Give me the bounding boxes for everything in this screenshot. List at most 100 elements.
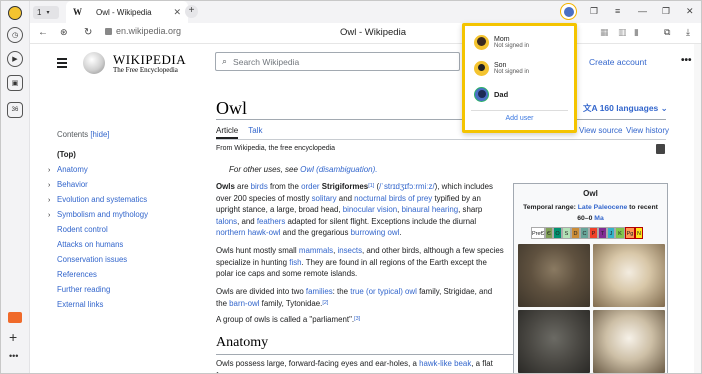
toc-item[interactable]: › Evolution and systematics — [48, 195, 148, 210]
chronology-period[interactable]: Є — [545, 227, 553, 239]
chevron-right-icon[interactable]: › — [48, 182, 57, 189]
scrollbar[interactable] — [694, 44, 701, 373]
extensions-icon[interactable]: ▥ — [618, 27, 627, 38]
share-icon[interactable]: ⧉ — [664, 27, 670, 38]
link-hawk-like[interactable]: hawk-like — [419, 359, 452, 368]
toc-item[interactable]: › Symbolism and mythology — [48, 210, 148, 225]
bookmark-icon[interactable]: ▮ — [634, 27, 639, 38]
link-pronunciation[interactable]: /ˈstrɪdʒɪfɔːrmiːz/ — [379, 182, 435, 191]
chronology-period[interactable]: PreЄ — [531, 227, 545, 239]
chevron-right-icon[interactable]: › — [48, 212, 57, 219]
profile-mom[interactable]: Mom Not signed in — [474, 35, 529, 50]
close-tab-icon[interactable]: ✕ — [173, 7, 181, 18]
minimize-icon[interactable]: — — [638, 6, 647, 16]
owl-photo[interactable] — [518, 244, 590, 307]
link-insects[interactable]: insects — [337, 246, 362, 255]
toc-item[interactable]: › Anatomy — [48, 165, 148, 180]
profile-son[interactable]: Son Not signed in — [474, 61, 529, 76]
more-options-icon[interactable]: ••• — [681, 55, 692, 66]
profile-button[interactable] — [560, 3, 577, 20]
owl-photo[interactable] — [593, 310, 665, 373]
chronology-period[interactable]: O — [553, 227, 562, 239]
wikipedia-globe-logo[interactable] — [83, 52, 105, 74]
link-binaural-hearing[interactable]: binaural hearing — [402, 205, 459, 214]
screenshot-icon[interactable]: 36 — [7, 102, 23, 118]
toc-item[interactable]: Rodent control — [57, 225, 148, 240]
link-order[interactable]: order — [301, 182, 319, 191]
more-icon[interactable]: ••• — [9, 351, 18, 361]
download-icon[interactable]: ⤓ — [686, 27, 690, 38]
chronology-period[interactable]: N — [635, 227, 643, 239]
link-ma[interactable]: Ma — [594, 215, 603, 222]
toc-item[interactable]: Conservation issues — [57, 255, 148, 270]
link-beak[interactable]: beak — [454, 359, 471, 368]
search-input[interactable]: ⌕ Search Wikipedia — [215, 52, 460, 71]
lock-icon — [105, 27, 112, 35]
create-account-link[interactable]: Create account — [589, 57, 647, 67]
citation-link[interactable]: [2] — [322, 300, 328, 306]
tab-view-source[interactable]: View source — [579, 126, 622, 135]
back-icon[interactable]: ← — [38, 27, 48, 38]
chevron-right-icon[interactable]: › — [48, 197, 57, 204]
link-feathers[interactable]: feathers — [257, 217, 286, 226]
add-icon[interactable]: + — [9, 329, 17, 345]
chronology-period[interactable]: T — [598, 227, 607, 239]
tab-article[interactable]: Article — [216, 126, 239, 139]
image-icon[interactable]: ▣ — [7, 75, 23, 91]
link-hawk-owl[interactable]: northern hawk-owl — [216, 228, 280, 237]
reader-icon[interactable]: ▦ — [600, 27, 609, 38]
link-binocular-vision[interactable]: binocular vision — [343, 205, 397, 214]
chronology-period[interactable]: J — [607, 227, 615, 239]
link-fish[interactable]: fish — [289, 258, 301, 267]
link-families[interactable]: families — [306, 287, 333, 296]
owl-photo[interactable] — [518, 310, 590, 373]
menu-icon[interactable]: ≡ — [615, 6, 620, 16]
reload-icon[interactable]: ↻ — [84, 27, 92, 38]
languages-button[interactable]: 文A 160 languages ⌄ — [583, 102, 668, 114]
chronology-period[interactable]: C — [580, 227, 589, 239]
new-tab-button[interactable]: + — [185, 5, 198, 18]
shield-icon[interactable]: ⊛ — [60, 27, 68, 38]
toc-item[interactable]: External links — [57, 300, 148, 315]
toc-item-label: Evolution and systematics — [57, 195, 148, 204]
toc-item[interactable]: References — [57, 270, 148, 285]
add-user-button[interactable]: Add user — [465, 115, 574, 122]
profile-dad[interactable]: Dad — [474, 87, 508, 102]
link-barn-owl[interactable]: barn-owl — [229, 299, 259, 308]
restore-icon[interactable]: ❐ — [662, 6, 670, 17]
toc-hide-link[interactable]: [hide] — [90, 130, 109, 139]
history-icon[interactable]: ◷ — [7, 27, 23, 43]
link-true-owl[interactable]: true (or typical) owl — [350, 287, 417, 296]
mail-icon[interactable] — [8, 312, 22, 323]
link-late-paleocene[interactable]: Late Paleocene — [578, 204, 628, 211]
link-mammals[interactable]: mammals — [299, 246, 333, 255]
tab-view-history[interactable]: View history — [626, 126, 669, 135]
link-birds-of-prey[interactable]: nocturnal birds of prey — [354, 194, 432, 203]
close-icon[interactable]: ✕ — [686, 6, 694, 17]
chronology-period[interactable]: D — [571, 227, 580, 239]
tab-talk[interactable]: Talk — [248, 126, 262, 139]
citation-link[interactable]: [3] — [354, 316, 360, 322]
toc-item[interactable]: Further reading — [57, 285, 148, 300]
link-birds[interactable]: birds — [251, 182, 268, 191]
chronology-period[interactable]: K — [615, 227, 625, 239]
toc-item[interactable]: (Top) — [57, 150, 148, 165]
toc-item[interactable]: Attacks on humans — [57, 240, 148, 255]
play-icon[interactable]: ▶ — [7, 51, 23, 67]
tab-count-button[interactable]: 1 ▾ — [33, 6, 59, 19]
tab-owl[interactable]: W Owl - Wikipedia ✕ — [66, 1, 188, 23]
chevron-right-icon[interactable]: › — [48, 167, 57, 174]
hamburger-menu-icon[interactable] — [57, 58, 67, 70]
hatnote-link[interactable]: Owl (disambiguation). — [300, 165, 377, 174]
address-bar[interactable]: en.wikipedia.org — [105, 26, 181, 36]
owl-photo[interactable] — [593, 244, 665, 307]
collections-icon[interactable]: ❐ — [590, 6, 598, 17]
avatar[interactable] — [8, 6, 22, 20]
toc-item[interactable]: › Behavior — [48, 180, 148, 195]
chronology-period[interactable]: Pg — [625, 227, 635, 239]
link-talons[interactable]: talons — [216, 217, 237, 226]
chronology-period[interactable]: S — [562, 227, 571, 239]
link-burrowing-owl[interactable]: burrowing owl — [351, 228, 400, 237]
link-solitary[interactable]: solitary — [312, 194, 337, 203]
chronology-period[interactable]: P — [589, 227, 598, 239]
